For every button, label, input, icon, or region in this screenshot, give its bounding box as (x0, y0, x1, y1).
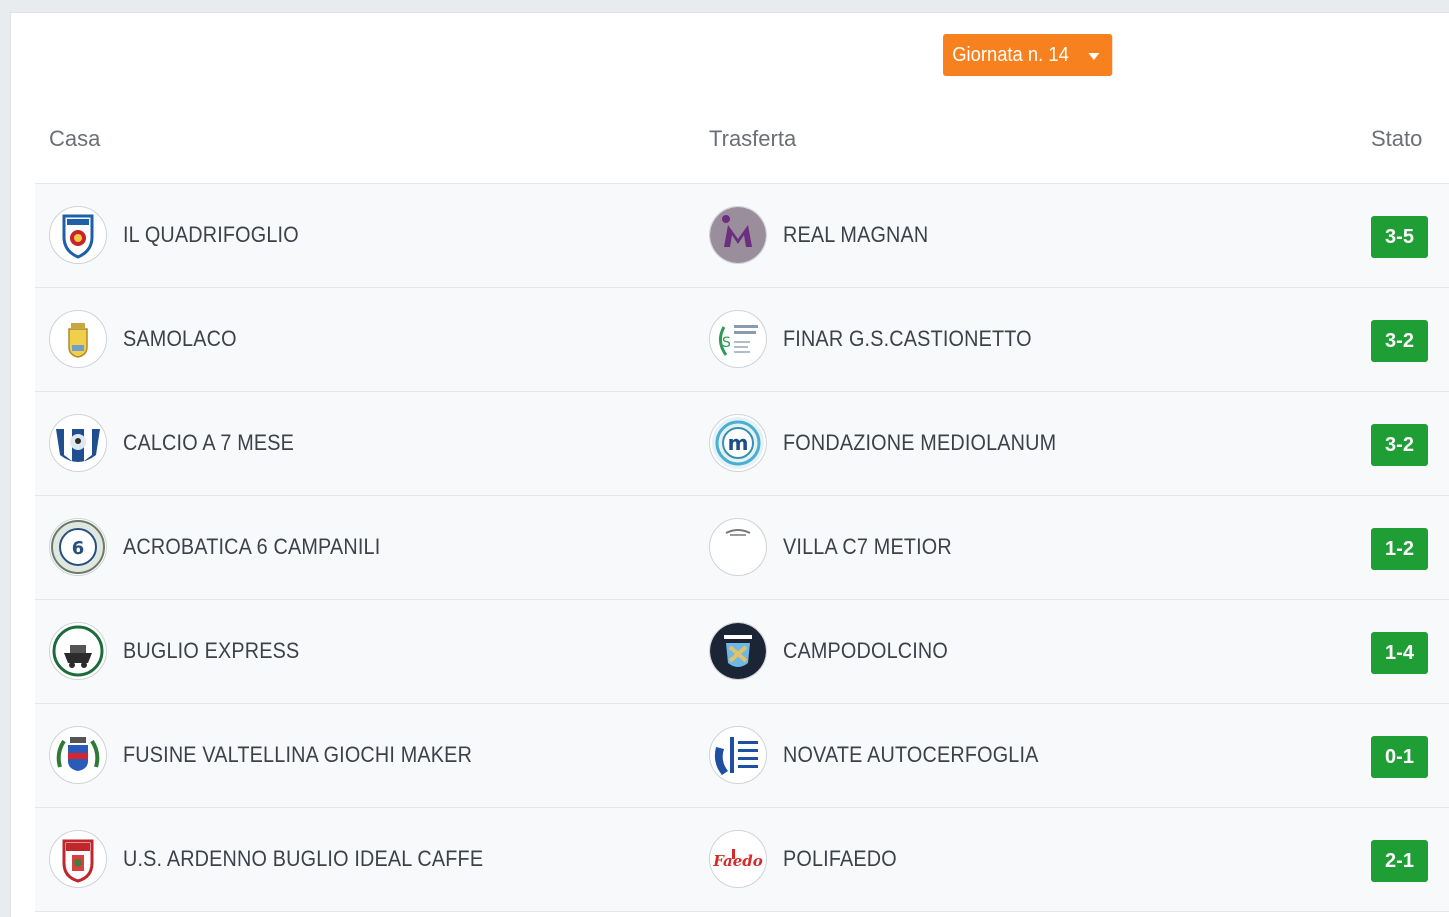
home-team-name: IL QUADRIFOGLIO (123, 222, 299, 247)
score-badge[interactable]: 1-4 (1371, 632, 1428, 674)
score-badge[interactable]: 3-2 (1371, 320, 1428, 362)
away-team[interactable]: Faedo POLIFAEDO (709, 827, 910, 891)
home-team[interactable]: CALCIO A 7 MESE (49, 411, 313, 475)
home-team[interactable]: FUSINE VALTELLINA GIOCHI MAKER (49, 723, 511, 787)
away-team-name: REAL MAGNAN (783, 222, 929, 247)
home-team-name: FUSINE VALTELLINA GIOCHI MAKER (123, 742, 473, 767)
home-team[interactable]: IL QUADRIFOGLIO (49, 203, 318, 267)
away-team-logo-icon (709, 622, 767, 680)
match-row: IL QUADRIFOGLIO REAL MAGNAN 3-5 (35, 184, 1449, 288)
match-list: IL QUADRIFOGLIO REAL MAGNAN 3-5 SAMOLACO… (35, 184, 1449, 912)
away-team-logo-icon (709, 518, 767, 576)
home-team-logo-icon (49, 830, 107, 888)
away-team-name: VILLA C7 METIOR (783, 534, 952, 559)
home-team-logo-icon (49, 206, 107, 264)
match-row: FUSINE VALTELLINA GIOCHI MAKER NOVATE AU… (35, 704, 1449, 808)
home-team-logo-icon (49, 310, 107, 368)
score-badge[interactable]: 3-5 (1371, 216, 1428, 258)
home-team[interactable]: SAMOLACO (49, 307, 249, 371)
match-row: BUGLIO EXPRESS CAMPODOLCINO 1-4 (35, 600, 1449, 704)
round-dropdown-button[interactable]: Giornata n. 14 (943, 34, 1113, 76)
away-team-logo-icon: Faedo (709, 830, 767, 888)
away-team-name: POLIFAEDO (783, 846, 897, 871)
home-team[interactable]: 6 ACROBATICA 6 CAMPANILI (49, 515, 409, 579)
score-badge[interactable]: 2-1 (1371, 840, 1428, 882)
away-team-logo-icon: S (709, 310, 767, 368)
away-team[interactable]: m FONDAZIONE MEDIOLANUM (709, 411, 1087, 475)
home-team-name: BUGLIO EXPRESS (123, 638, 300, 663)
score-badge[interactable]: 0-1 (1371, 736, 1428, 778)
away-team-logo-icon: m (709, 414, 767, 472)
away-team[interactable]: CAMPODOLCINO (709, 619, 966, 683)
away-team-name: FINAR G.S.CASTIONETTO (783, 326, 1032, 351)
caret-down-icon (1088, 53, 1100, 60)
score-badge[interactable]: 1-2 (1371, 528, 1428, 570)
results-card: Giornata n. 14 Casa Trasferta Stato IL Q… (10, 12, 1449, 917)
away-team-name: CAMPODOLCINO (783, 638, 948, 663)
round-dropdown-label: Giornata n. 14 (952, 44, 1069, 66)
match-row: 6 ACROBATICA 6 CAMPANILI VILLA C7 METIOR… (35, 496, 1449, 600)
home-team-logo-icon: 6 (49, 518, 107, 576)
home-team-logo-icon (49, 414, 107, 472)
svg-text:S: S (722, 335, 731, 351)
away-team-logo-icon (709, 206, 767, 264)
match-row: SAMOLACO S FINAR G.S.CASTIONETTO 3-2 (35, 288, 1449, 392)
svg-text:6: 6 (72, 538, 85, 559)
match-row: CALCIO A 7 MESE m FONDAZIONE MEDIOLANUM … (35, 392, 1449, 496)
home-team-logo-icon (49, 622, 107, 680)
home-team-name: ACROBATICA 6 CAMPANILI (123, 534, 381, 559)
home-team[interactable]: BUGLIO EXPRESS (49, 619, 319, 683)
home-team-name: SAMOLACO (123, 326, 237, 351)
home-team-name: U.S. ARDENNO BUGLIO IDEAL CAFFE (123, 846, 484, 871)
away-team[interactable]: S FINAR G.S.CASTIONETTO (709, 307, 1059, 371)
table-header: Casa Trasferta Stato (35, 113, 1449, 184)
away-team[interactable]: REAL MAGNAN (709, 203, 945, 267)
match-row: U.S. ARDENNO BUGLIO IDEAL CAFFE Faedo PO… (35, 808, 1449, 912)
away-team-logo-icon (709, 726, 767, 784)
away-team-name: FONDAZIONE MEDIOLANUM (783, 430, 1057, 455)
header-status: Stato (1371, 126, 1423, 151)
score-badge[interactable]: 3-2 (1371, 424, 1428, 466)
header-home: Casa (49, 126, 101, 151)
away-team-name: NOVATE AUTOCERFOGLIA (783, 742, 1039, 767)
away-team[interactable]: VILLA C7 METIOR (709, 515, 971, 579)
home-team-name: CALCIO A 7 MESE (123, 430, 295, 455)
header-away: Trasferta (709, 126, 797, 151)
svg-text:m: m (728, 431, 749, 455)
home-team[interactable]: U.S. ARDENNO BUGLIO IDEAL CAFFE (49, 827, 523, 891)
away-team[interactable]: NOVATE AUTOCERFOGLIA (709, 723, 1067, 787)
svg-text:Faedo: Faedo (712, 852, 763, 870)
home-team-logo-icon (49, 726, 107, 784)
